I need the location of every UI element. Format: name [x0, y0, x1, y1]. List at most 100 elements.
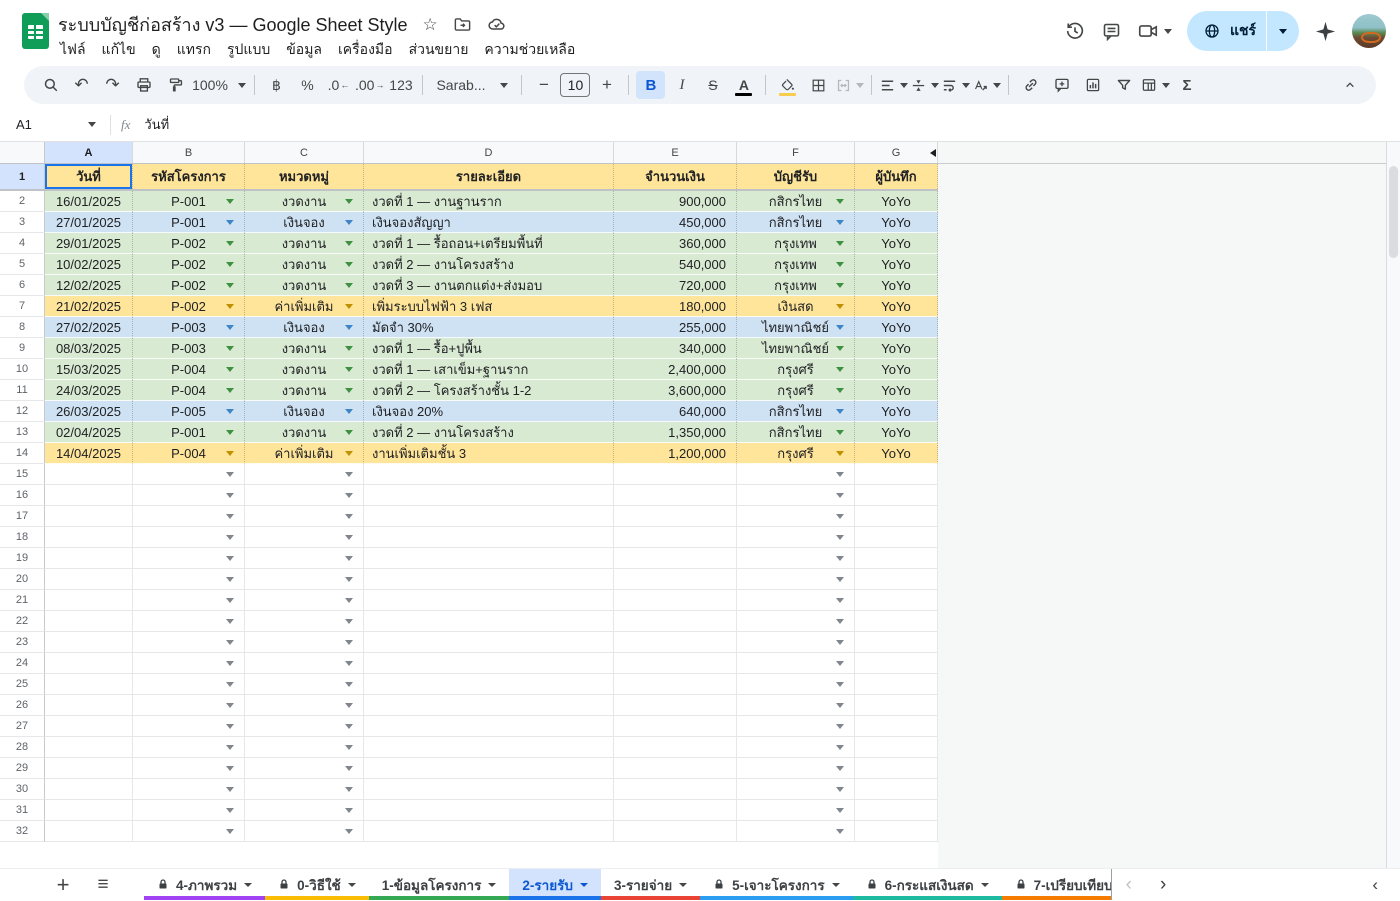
- row-header-10[interactable]: 10: [0, 359, 45, 380]
- cell-E22[interactable]: [614, 611, 737, 632]
- cell-F26[interactable]: [737, 695, 855, 716]
- cell-G15[interactable]: [855, 464, 938, 485]
- cell-C13[interactable]: งวดงาน: [245, 422, 364, 443]
- row-header-25[interactable]: 25: [0, 674, 45, 695]
- cell-dropdown-arrow[interactable]: [226, 325, 234, 330]
- cell-F16[interactable]: [737, 485, 855, 506]
- cell-C11[interactable]: งวดงาน: [245, 380, 364, 401]
- row-header-24[interactable]: 24: [0, 653, 45, 674]
- row-header-23[interactable]: 23: [0, 632, 45, 653]
- horizontal-align-button[interactable]: [879, 71, 908, 99]
- cell-dropdown-arrow[interactable]: [345, 514, 353, 519]
- cell-dropdown-arrow[interactable]: [226, 304, 234, 309]
- cell-B7[interactable]: P-002: [133, 296, 245, 317]
- cell-A10[interactable]: 15/03/2025: [45, 359, 133, 380]
- cell-B31[interactable]: [133, 800, 245, 821]
- cell-G1[interactable]: ผู้บันทึก: [855, 164, 938, 189]
- cell-B20[interactable]: [133, 569, 245, 590]
- cell-F2[interactable]: กสิกรไทย: [737, 191, 855, 212]
- tab-menu-arrow[interactable]: [488, 883, 496, 887]
- text-color-button[interactable]: A: [729, 71, 758, 99]
- cell-D6[interactable]: งวดที่ 3 — งานตกแต่ง+ส่งมอบ: [364, 275, 614, 296]
- cell-E23[interactable]: [614, 632, 737, 653]
- cell-D10[interactable]: งวดที่ 1 — เสาเข็ม+ฐานราก: [364, 359, 614, 380]
- cell-G21[interactable]: [855, 590, 938, 611]
- cell-F23[interactable]: [737, 632, 855, 653]
- cell-dropdown-arrow[interactable]: [836, 661, 844, 666]
- cell-B15[interactable]: [133, 464, 245, 485]
- cell-dropdown-arrow[interactable]: [836, 829, 844, 834]
- cell-dropdown-arrow[interactable]: [345, 766, 353, 771]
- cell-B26[interactable]: [133, 695, 245, 716]
- cell-C5[interactable]: งวดงาน: [245, 254, 364, 275]
- cell-D23[interactable]: [364, 632, 614, 653]
- cell-G18[interactable]: [855, 527, 938, 548]
- cell-D19[interactable]: [364, 548, 614, 569]
- cell-B22[interactable]: [133, 611, 245, 632]
- insert-link-icon[interactable]: [1016, 71, 1045, 99]
- cell-dropdown-arrow[interactable]: [226, 598, 234, 603]
- cell-B1[interactable]: รหัสโครงการ: [133, 164, 245, 189]
- cell-D16[interactable]: [364, 485, 614, 506]
- cell-A4[interactable]: 29/01/2025: [45, 233, 133, 254]
- cell-B5[interactable]: P-002: [133, 254, 245, 275]
- cell-dropdown-arrow[interactable]: [836, 787, 844, 792]
- cell-A30[interactable]: [45, 779, 133, 800]
- cell-B28[interactable]: [133, 737, 245, 758]
- cell-dropdown-arrow[interactable]: [836, 262, 844, 267]
- cell-G30[interactable]: [855, 779, 938, 800]
- cell-dropdown-arrow[interactable]: [226, 619, 234, 624]
- cell-D17[interactable]: [364, 506, 614, 527]
- cell-dropdown-arrow[interactable]: [226, 283, 234, 288]
- menu-item-8[interactable]: ความช่วยเหลือ: [476, 36, 583, 64]
- cell-B6[interactable]: P-002: [133, 275, 245, 296]
- cell-dropdown-arrow[interactable]: [345, 220, 353, 225]
- text-wrap-button[interactable]: [941, 71, 970, 99]
- meet-dropdown-arrow[interactable]: [1164, 29, 1172, 34]
- cell-G28[interactable]: [855, 737, 938, 758]
- cell-C3[interactable]: เงินจอง: [245, 212, 364, 233]
- paint-format-icon[interactable]: [160, 71, 189, 99]
- column-header-B[interactable]: B: [133, 142, 245, 163]
- row-header-15[interactable]: 15: [0, 464, 45, 485]
- italic-button[interactable]: I: [667, 71, 696, 99]
- cell-G3[interactable]: YoYo: [855, 212, 938, 233]
- cell-dropdown-arrow[interactable]: [345, 388, 353, 393]
- cell-E31[interactable]: [614, 800, 737, 821]
- cell-B25[interactable]: [133, 674, 245, 695]
- cell-dropdown-arrow[interactable]: [836, 199, 844, 204]
- cell-dropdown-arrow[interactable]: [345, 745, 353, 750]
- cell-dropdown-arrow[interactable]: [345, 304, 353, 309]
- cell-A31[interactable]: [45, 800, 133, 821]
- cell-dropdown-arrow[interactable]: [345, 241, 353, 246]
- sheet-tab-2[interactable]: 1-ข้อมูลโครงการ: [369, 869, 510, 900]
- cell-A23[interactable]: [45, 632, 133, 653]
- cell-A9[interactable]: 08/03/2025: [45, 338, 133, 359]
- cell-G16[interactable]: [855, 485, 938, 506]
- cell-D2[interactable]: งวดที่ 1 — งานฐานราก: [364, 191, 614, 212]
- row-header-21[interactable]: 21: [0, 590, 45, 611]
- cell-F18[interactable]: [737, 527, 855, 548]
- cell-G26[interactable]: [855, 695, 938, 716]
- cell-G11[interactable]: YoYo: [855, 380, 938, 401]
- cell-G5[interactable]: YoYo: [855, 254, 938, 275]
- cell-F24[interactable]: [737, 653, 855, 674]
- vertical-scrollbar-thumb[interactable]: [1389, 166, 1398, 258]
- cell-dropdown-arrow[interactable]: [836, 640, 844, 645]
- cell-E27[interactable]: [614, 716, 737, 737]
- cell-dropdown-arrow[interactable]: [345, 577, 353, 582]
- cell-D25[interactable]: [364, 674, 614, 695]
- cell-B30[interactable]: [133, 779, 245, 800]
- cell-dropdown-arrow[interactable]: [226, 493, 234, 498]
- cell-E28[interactable]: [614, 737, 737, 758]
- cell-dropdown-arrow[interactable]: [836, 346, 844, 351]
- cell-E5[interactable]: 540,000: [614, 254, 737, 275]
- cell-dropdown-arrow[interactable]: [836, 598, 844, 603]
- cell-D29[interactable]: [364, 758, 614, 779]
- cell-dropdown-arrow[interactable]: [345, 724, 353, 729]
- collapse-panel-icon[interactable]: ‹: [1372, 869, 1378, 901]
- cell-G10[interactable]: YoYo: [855, 359, 938, 380]
- font-size-input[interactable]: 10: [560, 73, 590, 97]
- menu-item-3[interactable]: แทรก: [169, 36, 219, 64]
- cell-B2[interactable]: P-001: [133, 191, 245, 212]
